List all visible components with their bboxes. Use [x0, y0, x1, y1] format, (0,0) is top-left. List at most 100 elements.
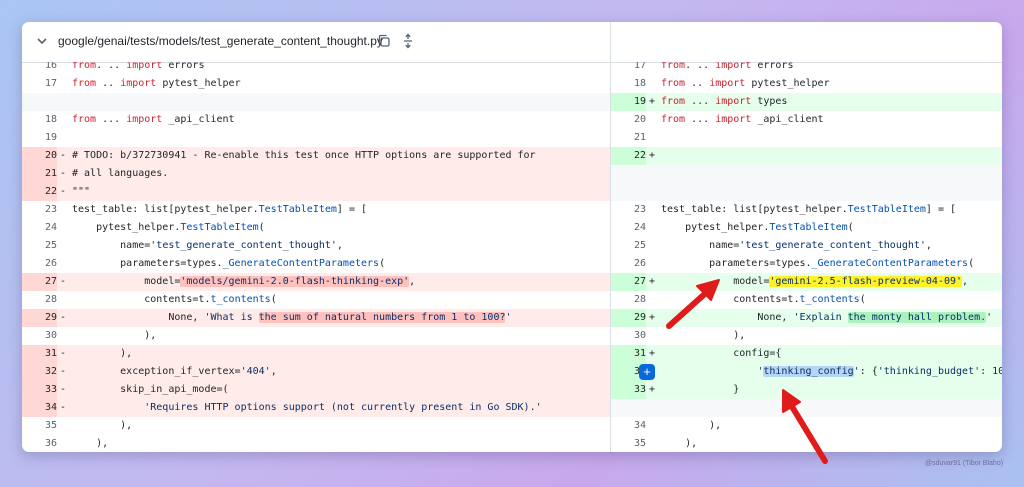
code-text: ), [661, 435, 697, 452]
line-number[interactable] [22, 93, 57, 111]
hunk-expander[interactable] [22, 93, 610, 111]
code-token: _api_client [751, 114, 824, 125]
line-number[interactable]: 33 [22, 381, 57, 399]
line-number[interactable]: 26 [611, 255, 646, 273]
code-token: .. [96, 78, 121, 89]
line-number[interactable]: 17 [22, 75, 57, 93]
line-number[interactable]: 29 [22, 309, 57, 327]
line-number[interactable]: 22 [611, 147, 646, 165]
code-text: ), [72, 327, 156, 345]
line-number[interactable]: 31 [22, 345, 57, 363]
diff-sign: - [59, 276, 67, 287]
line-number[interactable]: 19 [22, 129, 57, 147]
diff-line: 21- # all languages. [22, 165, 610, 183]
line-number[interactable]: 23 [611, 201, 646, 219]
line-number[interactable]: 20 [22, 147, 57, 165]
line-number[interactable]: 36 [22, 435, 57, 452]
line-number[interactable]: 24 [611, 219, 646, 237]
code-text: ), [661, 327, 745, 345]
line-number[interactable]: 34 [611, 417, 646, 435]
line-number[interactable] [611, 399, 646, 417]
line-number[interactable]: 16 [22, 62, 57, 75]
diff-line: 28 contents=t.t_contents( [22, 291, 610, 309]
code-token: None, [72, 312, 205, 323]
diff-sign: - [59, 150, 67, 161]
code-token: parameters=types. [72, 258, 223, 269]
line-number[interactable] [611, 183, 646, 201]
line-number[interactable]: 28 [611, 291, 646, 309]
diff-line: 32++ 'thinking_config': {'thinking_budge… [611, 363, 1002, 381]
diff-line: 32- exception_if_vertex='404', [22, 363, 610, 381]
code-token: .. [685, 78, 710, 89]
code-token: test_table: list[pytest_helper. [72, 204, 259, 215]
code-token: # all languages. [72, 168, 169, 179]
line-number[interactable]: 31 [611, 345, 646, 363]
diff-line: 26 parameters=types._GenerateContentPara… [611, 255, 1002, 273]
code-token: import [126, 62, 163, 71]
line-number[interactable]: 24 [22, 219, 57, 237]
copy-icon[interactable] [376, 33, 392, 49]
line-number[interactable]: 35 [22, 417, 57, 435]
code-text: contents=t.t_contents( [661, 291, 866, 309]
code-text: ), [72, 417, 132, 435]
code-token: import [715, 96, 752, 107]
code-token: """ [72, 186, 91, 197]
code-token: : 10000}, [980, 366, 1002, 377]
file-path[interactable]: google/genai/tests/models/test_generate_… [58, 34, 383, 48]
code-text: 'Requires HTTP options support (not curr… [72, 399, 541, 417]
line-number[interactable]: 28 [22, 291, 57, 309]
line-number[interactable]: 17 [611, 62, 646, 75]
diff-line: 31- ), [22, 345, 610, 363]
line-number[interactable]: 29 [611, 309, 646, 327]
hunk-expander[interactable] [611, 183, 1002, 201]
line-number[interactable]: 27 [611, 273, 646, 291]
code-text: from ... import _api_client [661, 111, 824, 129]
add-comment-button[interactable]: + [639, 364, 655, 380]
line-number[interactable]: 34 [22, 399, 57, 417]
line-number[interactable]: 27 [22, 273, 57, 291]
line-number[interactable]: 19 [611, 93, 646, 111]
hunk-expander[interactable] [611, 165, 1002, 183]
line-number[interactable]: 18 [22, 111, 57, 129]
line-number[interactable]: 21 [22, 165, 57, 183]
code-token: exception_if_vertex= [72, 366, 241, 377]
chevron-down-icon[interactable] [34, 33, 50, 49]
line-number[interactable]: 25 [22, 237, 57, 255]
diff-sign: + [648, 276, 656, 287]
line-number[interactable]: 30 [22, 327, 57, 345]
diff-line: 30 ), [611, 327, 1002, 345]
code-token: contents=t. [661, 294, 800, 305]
line-number[interactable]: 23 [22, 201, 57, 219]
code-token: contents=t. [72, 294, 211, 305]
code-text: name='test_generate_content_thought', [661, 237, 932, 255]
line-number[interactable]: 25 [611, 237, 646, 255]
diff-line: 34- 'Requires HTTP options support (not … [22, 399, 610, 417]
line-number[interactable]: 32 [22, 363, 57, 381]
line-number[interactable]: 30 [611, 327, 646, 345]
diff-line: 24 pytest_helper.TestTableItem( [611, 219, 1002, 237]
code-token: thinking_config [763, 366, 854, 377]
code-token: 'gemini-2.5-flash-preview-04-09' [769, 276, 963, 287]
code-token: _api_client [162, 114, 235, 125]
code-token: pytest_helper. [72, 222, 181, 233]
diff-sign: - [59, 186, 67, 197]
line-number[interactable]: 22 [22, 183, 57, 201]
line-number[interactable]: 18 [611, 75, 646, 93]
diff-line: 33- skip_in_api_mode=( [22, 381, 610, 399]
code-token: the sum of natural numbers from 1 to 100… [258, 312, 506, 323]
code-token: name= [72, 240, 151, 251]
line-number[interactable] [611, 165, 646, 183]
line-number[interactable]: 33 [611, 381, 646, 399]
line-number[interactable]: 21 [611, 129, 646, 147]
line-number[interactable]: 20 [611, 111, 646, 129]
code-token: ), [72, 348, 133, 359]
diff-line: 34 ), [611, 417, 1002, 435]
line-number[interactable]: 35 [611, 435, 646, 452]
code-token: pytest_helper [745, 78, 830, 89]
expand-icon[interactable] [400, 33, 416, 49]
diff-line: 19 [22, 129, 610, 147]
code-token: ( [379, 258, 386, 269]
code-token: model= [661, 276, 770, 287]
line-number[interactable]: 26 [22, 255, 57, 273]
hunk-expander[interactable] [611, 399, 1002, 417]
